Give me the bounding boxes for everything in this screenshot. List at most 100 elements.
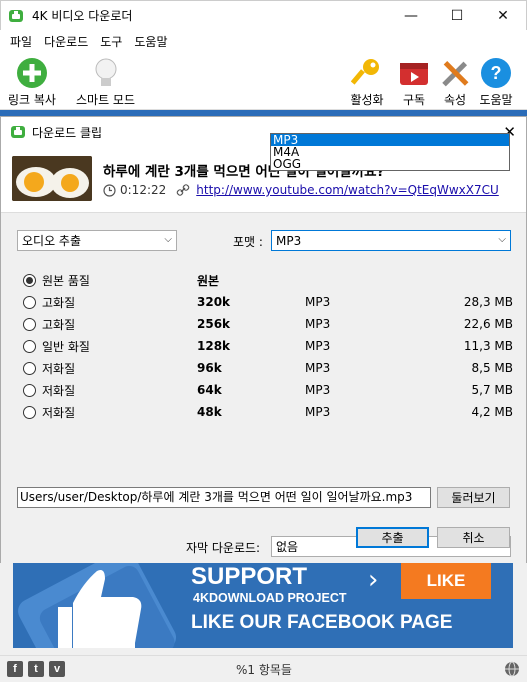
subtitle-label: 자막 다운로드: [186, 541, 261, 555]
quality-size: 28,3 MB [463, 295, 513, 309]
quality-row[interactable]: 저화질 96k MP3 8,5 MB [23, 357, 513, 379]
quality-format: MP3 [305, 361, 331, 375]
quality-row[interactable]: 고화질 256k MP3 22,6 MB [23, 313, 513, 335]
format-option-m4a[interactable]: M4A [271, 146, 509, 158]
banner-project: 4KDOWNLOAD PROJECT [193, 591, 347, 605]
quality-radio[interactable] [23, 317, 36, 331]
lightbulb-icon [95, 58, 116, 86]
quality-row[interactable]: 저화질 64k MP3 5,7 MB [23, 379, 513, 401]
minimize-button[interactable]: — [388, 1, 434, 30]
chevron-down-icon: ⌵ [498, 234, 506, 245]
facebook-icon[interactable]: f [7, 661, 23, 677]
menu-file[interactable]: 파일 [4, 33, 38, 50]
quality-radio[interactable] [23, 295, 36, 309]
menu-bar: 파일 다운로드 도구 도움말 [0, 30, 527, 52]
smart-mode-button[interactable]: 스마트 모드 [76, 56, 135, 108]
quality-bitrate: 320k [197, 295, 231, 309]
quality-bitrate: 128k [197, 339, 231, 353]
svg-text:?: ? [491, 63, 502, 83]
quality-size: 11,3 MB [463, 339, 513, 353]
quality-name: 저화질 [42, 383, 76, 398]
item-count: %1 항목들 [236, 663, 292, 677]
menu-tools[interactable]: 도구 [94, 33, 128, 50]
dialog-title: 다운로드 클립 [32, 125, 103, 140]
toolbar: 링크 복사 스마트 모드 활성화 구독 속성 ? 도움말 [0, 52, 527, 110]
help-button[interactable]: ? 도움말 [479, 56, 513, 108]
quality-radio[interactable] [23, 361, 36, 375]
download-clip-dialog: 다운로드 클립 ✕ 하루에 계란 3개를 먹으면 어떤 일이 일어날까요? 0:… [0, 116, 527, 564]
youtube-icon [400, 63, 428, 85]
cancel-button[interactable]: 취소 [437, 527, 510, 548]
quality-bitrate: 64k [197, 383, 222, 397]
quality-format: MP3 [305, 405, 331, 419]
quality-bitrate: 96k [197, 361, 222, 375]
quality-bitrate: 256k [197, 317, 231, 331]
facebook-banner[interactable]: SUPPORT › 4KDOWNLOAD PROJECT LIKE LIKE O… [13, 563, 513, 648]
preferences-button[interactable]: 속성 [438, 56, 472, 108]
paste-link-label: 링크 복사 [8, 93, 56, 107]
quality-row[interactable]: 고화질 320k MP3 28,3 MB [23, 291, 513, 313]
mode-select-value: 오디오 추출 [22, 234, 82, 248]
quality-bitrate: 원본 [197, 273, 220, 288]
format-dropdown-list: MP3 M4A OGG [270, 133, 510, 171]
globe-icon[interactable] [504, 661, 520, 677]
close-window-button[interactable]: ✕ [480, 1, 526, 30]
video-meta: 0:12:22 http://www.youtube.com/watch?v=Q… [103, 183, 499, 197]
subscribe-button[interactable]: 구독 [397, 56, 431, 108]
key-icon [351, 59, 379, 85]
app-logo-icon [11, 126, 25, 138]
video-thumbnail [12, 156, 92, 201]
video-url-link[interactable]: http://www.youtube.com/watch?v=QtEqWwxX7… [196, 183, 499, 197]
quality-name: 고화질 [42, 317, 76, 332]
window-controls: — ☐ ✕ [388, 1, 526, 30]
video-duration: 0:12:22 [120, 183, 167, 197]
banner-tagline: LIKE OUR FACEBOOK PAGE [191, 612, 453, 633]
subscribe-label: 구독 [402, 93, 426, 107]
help-icon: ? [481, 58, 511, 88]
app-logo-icon [9, 9, 23, 22]
save-path-input[interactable]: Users/user/Desktop/하루에 계란 3개를 먹으면 어떤 일이 … [17, 487, 431, 508]
link-icon [176, 184, 190, 196]
quality-row[interactable]: 원본 품질 원본 [23, 269, 513, 291]
preferences-label: 속성 [443, 93, 467, 107]
extract-button[interactable]: 추출 [356, 527, 429, 548]
quality-radio[interactable] [23, 383, 36, 397]
plus-icon [16, 58, 47, 88]
banner-like-button[interactable]: LIKE [401, 563, 491, 599]
radio-dot [26, 276, 33, 284]
activate-button[interactable]: 활성화 [350, 56, 384, 108]
quality-radio[interactable] [23, 339, 36, 353]
quality-name: 고화질 [42, 295, 76, 310]
window-title: 4K 비디오 다운로더 [32, 9, 133, 23]
vimeo-icon[interactable]: v [49, 661, 65, 677]
help-label: 도움말 [479, 93, 513, 107]
quality-bitrate: 48k [197, 405, 222, 419]
tools-icon [442, 60, 469, 87]
quality-name: 일반 화질 [42, 339, 90, 354]
quality-row[interactable]: 저화질 48k MP3 4,2 MB [23, 401, 513, 423]
thumbs-up-icon [18, 563, 177, 648]
quality-radio[interactable] [23, 405, 36, 419]
activate-label: 활성화 [350, 93, 384, 107]
quality-row[interactable]: 일반 화질 128k MP3 11,3 MB [23, 335, 513, 357]
format-label: 포맷 : [233, 235, 263, 249]
menu-help[interactable]: 도움말 [128, 33, 173, 50]
quality-radio[interactable] [23, 273, 36, 287]
main-title-bar: 4K 비디오 다운로더 — ☐ ✕ [0, 0, 527, 30]
quality-size: 22,6 MB [463, 317, 513, 331]
quality-format: MP3 [305, 317, 331, 331]
banner-headline: SUPPORT [191, 563, 308, 590]
chevron-right-icon: › [368, 565, 379, 595]
format-select[interactable]: MP3 ⌵ [271, 230, 511, 251]
twitter-icon[interactable]: t [28, 661, 44, 677]
paste-link-button[interactable]: 링크 복사 [8, 56, 56, 108]
menu-download[interactable]: 다운로드 [38, 33, 94, 50]
quality-format: MP3 [305, 339, 331, 353]
maximize-button[interactable]: ☐ [434, 1, 480, 30]
browse-button[interactable]: 둘러보기 [437, 487, 510, 508]
quality-name: 원본 품질 [42, 273, 90, 288]
format-option-ogg[interactable]: OGG [271, 158, 509, 170]
quality-format: MP3 [305, 383, 331, 397]
mode-select[interactable]: 오디오 추출 ⌵ [17, 230, 177, 251]
format-option-mp3[interactable]: MP3 [271, 134, 509, 146]
